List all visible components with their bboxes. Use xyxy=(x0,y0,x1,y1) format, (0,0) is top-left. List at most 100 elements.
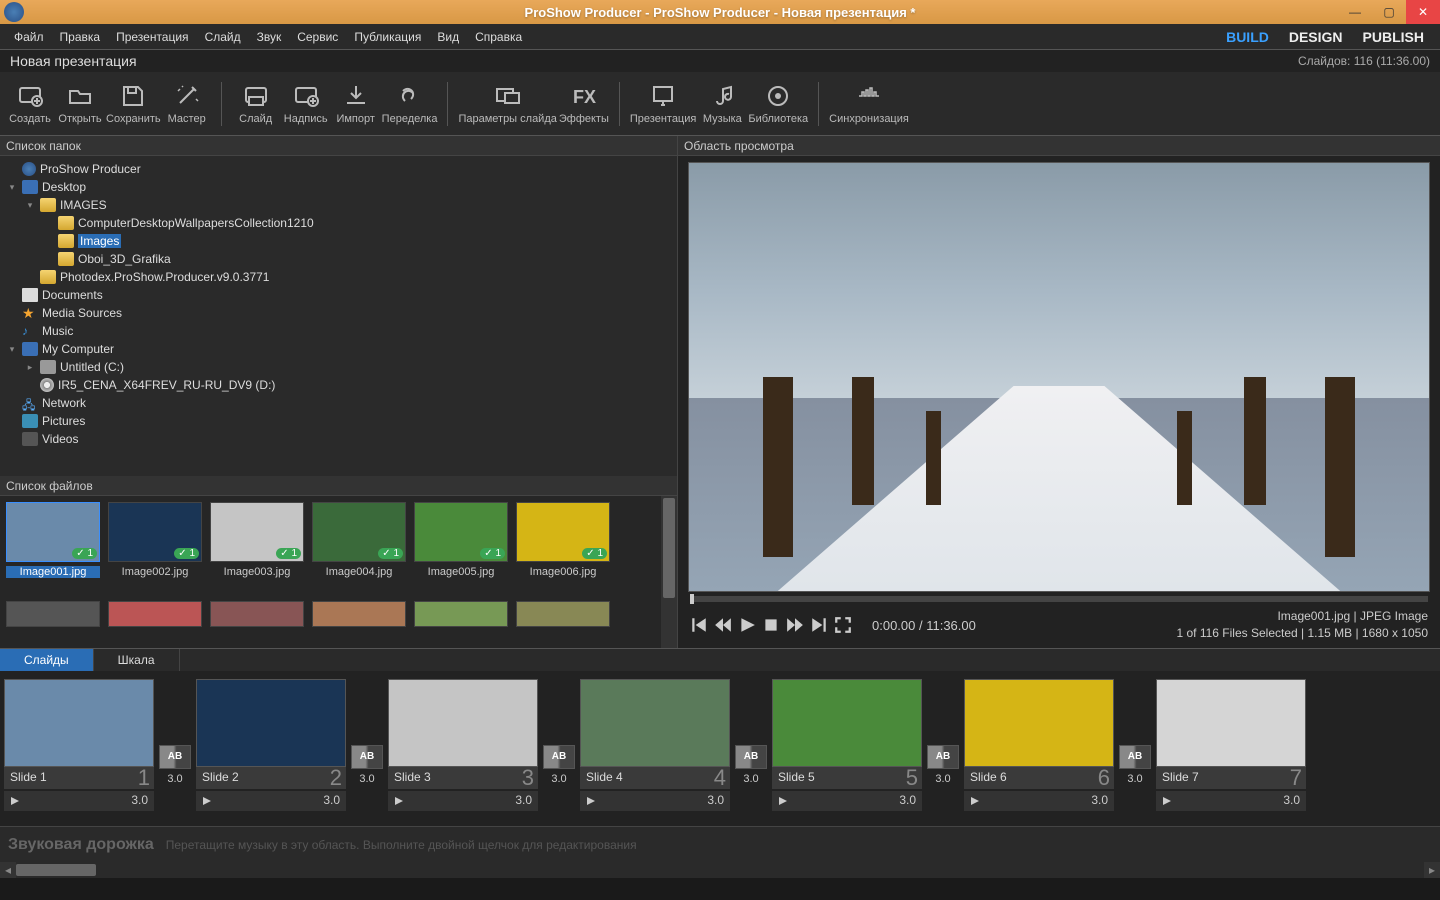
slide-duration[interactable]: 3.0 xyxy=(794,791,922,811)
close-button[interactable]: ✕ xyxy=(1406,0,1440,24)
slide-duration[interactable]: 3.0 xyxy=(602,791,730,811)
tree-node-4[interactable]: Images xyxy=(0,232,677,250)
file-thumb[interactable]: ✓ 1Image001.jpg xyxy=(6,502,100,593)
slide-duration[interactable]: 3.0 xyxy=(26,791,154,811)
toolbar-import[interactable]: Импорт xyxy=(332,76,380,132)
first-icon[interactable] xyxy=(690,616,708,634)
toolbar-sync[interactable]: Синхронизация xyxy=(829,76,909,132)
menu-3[interactable]: Слайд xyxy=(197,24,249,50)
tab-scale[interactable]: Шкала xyxy=(94,649,180,671)
slide-play-icon[interactable] xyxy=(196,791,218,811)
toolbar-save[interactable]: Сохранить xyxy=(106,76,161,132)
mode-design[interactable]: DESIGN xyxy=(1279,29,1353,45)
audio-track[interactable]: Звуковая дорожка Перетащите музыку в эту… xyxy=(0,826,1440,862)
mode-publish[interactable]: PUBLISH xyxy=(1353,29,1434,45)
slide-play-icon[interactable] xyxy=(4,791,26,811)
prev-icon[interactable] xyxy=(714,616,732,634)
menu-2[interactable]: Презентация xyxy=(108,24,197,50)
transition[interactable]: AB 3.0 xyxy=(1118,707,1152,822)
transition-icon[interactable]: AB xyxy=(351,745,383,769)
slide-duration[interactable]: 3.0 xyxy=(218,791,346,811)
transition-duration[interactable]: 3.0 xyxy=(743,773,758,785)
next-icon[interactable] xyxy=(786,616,804,634)
slide-duration[interactable]: 3.0 xyxy=(986,791,1114,811)
toolbar-caption[interactable]: Надпись xyxy=(282,76,330,132)
transition-icon[interactable]: AB xyxy=(1119,745,1151,769)
scroll-right-icon[interactable]: ▸ xyxy=(1424,862,1440,878)
menu-5[interactable]: Сервис xyxy=(289,24,346,50)
expand-icon[interactable]: ▾ xyxy=(24,200,36,211)
tree-node-2[interactable]: ▾IMAGES xyxy=(0,196,677,214)
transition-duration[interactable]: 3.0 xyxy=(1127,773,1142,785)
timeline-scrollbar[interactable]: ◂ ▸ xyxy=(0,862,1440,878)
menu-7[interactable]: Вид xyxy=(429,24,467,50)
last-icon[interactable] xyxy=(810,616,828,634)
tree-node-13[interactable]: 🖧Network xyxy=(0,394,677,412)
expand-icon[interactable]: ▾ xyxy=(6,344,18,355)
file-thumb[interactable] xyxy=(6,601,100,642)
tree-node-10[interactable]: ▾My Computer xyxy=(0,340,677,358)
timeline-slide[interactable]: Slide 553.0 xyxy=(772,679,922,822)
timeline-slide[interactable]: Slide 663.0 xyxy=(964,679,1114,822)
scroll-left-icon[interactable]: ◂ xyxy=(0,862,16,878)
preview-image[interactable] xyxy=(688,162,1430,592)
thumbs-scrollbar[interactable] xyxy=(661,496,677,648)
transition-icon[interactable]: AB xyxy=(735,745,767,769)
tree-node-8[interactable]: ★Media Sources xyxy=(0,304,677,322)
menu-4[interactable]: Звук xyxy=(249,24,290,50)
transition-duration[interactable]: 3.0 xyxy=(167,773,182,785)
tree-node-11[interactable]: ▸Untitled (C:) xyxy=(0,358,677,376)
expand-icon[interactable]: ▸ xyxy=(24,362,36,373)
tree-node-15[interactable]: Videos xyxy=(0,430,677,448)
menu-1[interactable]: Правка xyxy=(52,24,109,50)
menu-0[interactable]: Файл xyxy=(6,24,52,50)
slide-duration[interactable]: 3.0 xyxy=(1178,791,1306,811)
menu-6[interactable]: Публикация xyxy=(346,24,429,50)
slide-play-icon[interactable] xyxy=(964,791,986,811)
slide-play-icon[interactable] xyxy=(772,791,794,811)
transition[interactable]: AB 3.0 xyxy=(158,707,192,822)
toolbar-slide[interactable]: Слайд xyxy=(232,76,280,132)
toolbar-wizard[interactable]: Мастер xyxy=(163,76,211,132)
tree-node-6[interactable]: Photodex.ProShow.Producer.v9.0.3771 xyxy=(0,268,677,286)
menu-8[interactable]: Справка xyxy=(467,24,530,50)
slide-play-icon[interactable] xyxy=(580,791,602,811)
tree-node-5[interactable]: Oboi_3D_Grafika xyxy=(0,250,677,268)
minimize-button[interactable]: — xyxy=(1338,0,1372,24)
timeline-slide[interactable]: Slide 333.0 xyxy=(388,679,538,822)
file-thumb[interactable] xyxy=(414,601,508,642)
toolbar-fx[interactable]: FXЭффекты xyxy=(559,76,609,132)
tree-node-1[interactable]: ▾Desktop xyxy=(0,178,677,196)
mode-build[interactable]: BUILD xyxy=(1216,29,1279,45)
slide-duration[interactable]: 3.0 xyxy=(410,791,538,811)
transition-duration[interactable]: 3.0 xyxy=(935,773,950,785)
toolbar-remix[interactable]: Переделка xyxy=(382,76,438,132)
file-thumb[interactable] xyxy=(108,601,202,642)
fullscreen-icon[interactable] xyxy=(834,616,852,634)
timeline-slide[interactable]: Slide 223.0 xyxy=(196,679,346,822)
slide-play-icon[interactable] xyxy=(1156,791,1178,811)
tab-slides[interactable]: Слайды xyxy=(0,649,94,671)
file-thumb[interactable]: ✓ 1Image003.jpg xyxy=(210,502,304,593)
transition-icon[interactable]: AB xyxy=(543,745,575,769)
toolbar-music[interactable]: Музыка xyxy=(698,76,746,132)
play-icon[interactable] xyxy=(738,616,756,634)
playback-scrubber[interactable] xyxy=(690,596,1428,602)
tree-node-12[interactable]: IR5_CENA_X64FREV_RU-RU_DV9 (D:) xyxy=(0,376,677,394)
transition-icon[interactable]: AB xyxy=(159,745,191,769)
transition-icon[interactable]: AB xyxy=(927,745,959,769)
tree-node-0[interactable]: ProShow Producer xyxy=(0,160,677,178)
file-thumb[interactable]: ✓ 1Image002.jpg xyxy=(108,502,202,593)
transition[interactable]: AB 3.0 xyxy=(734,707,768,822)
timeline-slide[interactable]: Slide 443.0 xyxy=(580,679,730,822)
expand-icon[interactable]: ▾ xyxy=(6,182,18,193)
transition-duration[interactable]: 3.0 xyxy=(551,773,566,785)
toolbar-show[interactable]: Презентация xyxy=(630,76,696,132)
file-thumb[interactable]: ✓ 1Image006.jpg xyxy=(516,502,610,593)
file-thumb[interactable] xyxy=(312,601,406,642)
transition-duration[interactable]: 3.0 xyxy=(359,773,374,785)
stop-icon[interactable] xyxy=(762,616,780,634)
maximize-button[interactable]: ▢ xyxy=(1372,0,1406,24)
toolbar-slideopts[interactable]: Параметры слайда xyxy=(458,76,556,132)
timeline-slide[interactable]: Slide 113.0 xyxy=(4,679,154,822)
